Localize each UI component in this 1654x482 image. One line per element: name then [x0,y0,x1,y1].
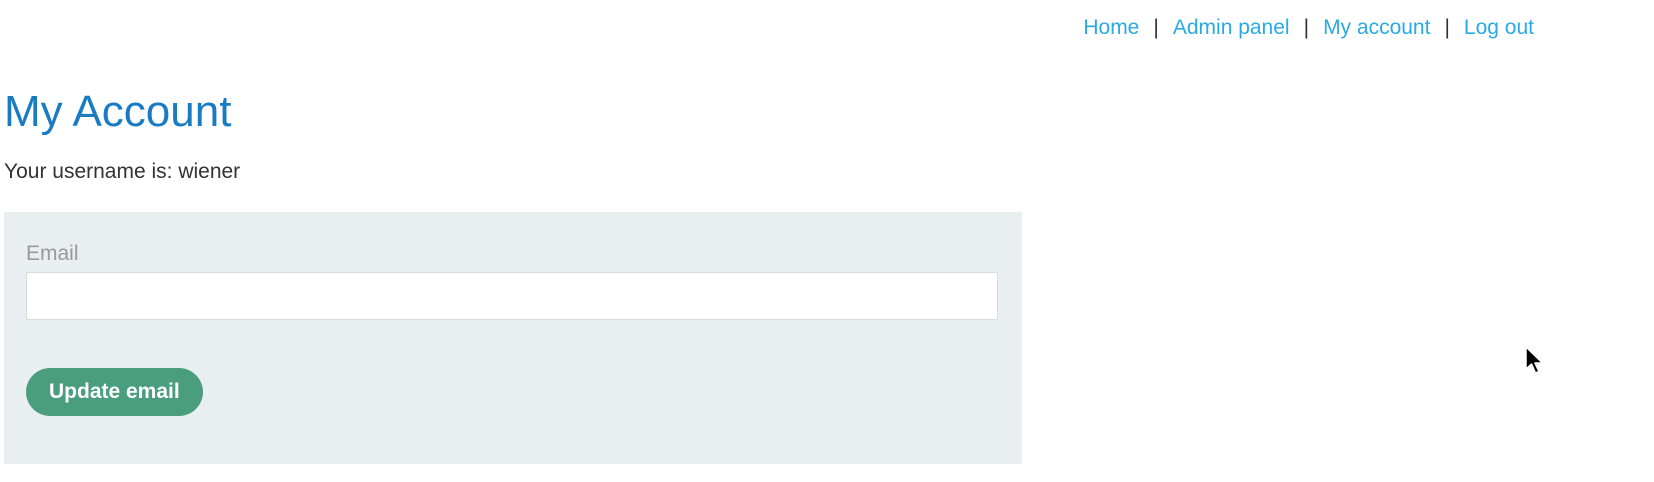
nav-link-admin-panel[interactable]: Admin panel [1173,14,1290,42]
mouse-pointer-icon [1525,346,1544,374]
nav-separator: | [1153,16,1159,39]
email-field[interactable] [26,272,998,320]
email-label: Email [26,242,79,265]
update-email-button[interactable]: Update email [26,368,203,416]
page-title: My Account [4,87,232,136]
nav-link-log-out[interactable]: Log out [1464,14,1534,42]
nav-link-my-account[interactable]: My account [1323,14,1430,42]
top-nav: Home | Admin panel | My account | Log ou… [1083,14,1534,42]
username-text: Your username is: wiener [4,160,241,183]
nav-link-home[interactable]: Home [1083,14,1139,42]
nav-separator: | [1444,16,1450,39]
nav-separator: | [1303,16,1310,39]
change-email-form: Email Update email [4,212,1022,464]
page: Home | Admin panel | My account | Log ou… [0,0,1654,482]
